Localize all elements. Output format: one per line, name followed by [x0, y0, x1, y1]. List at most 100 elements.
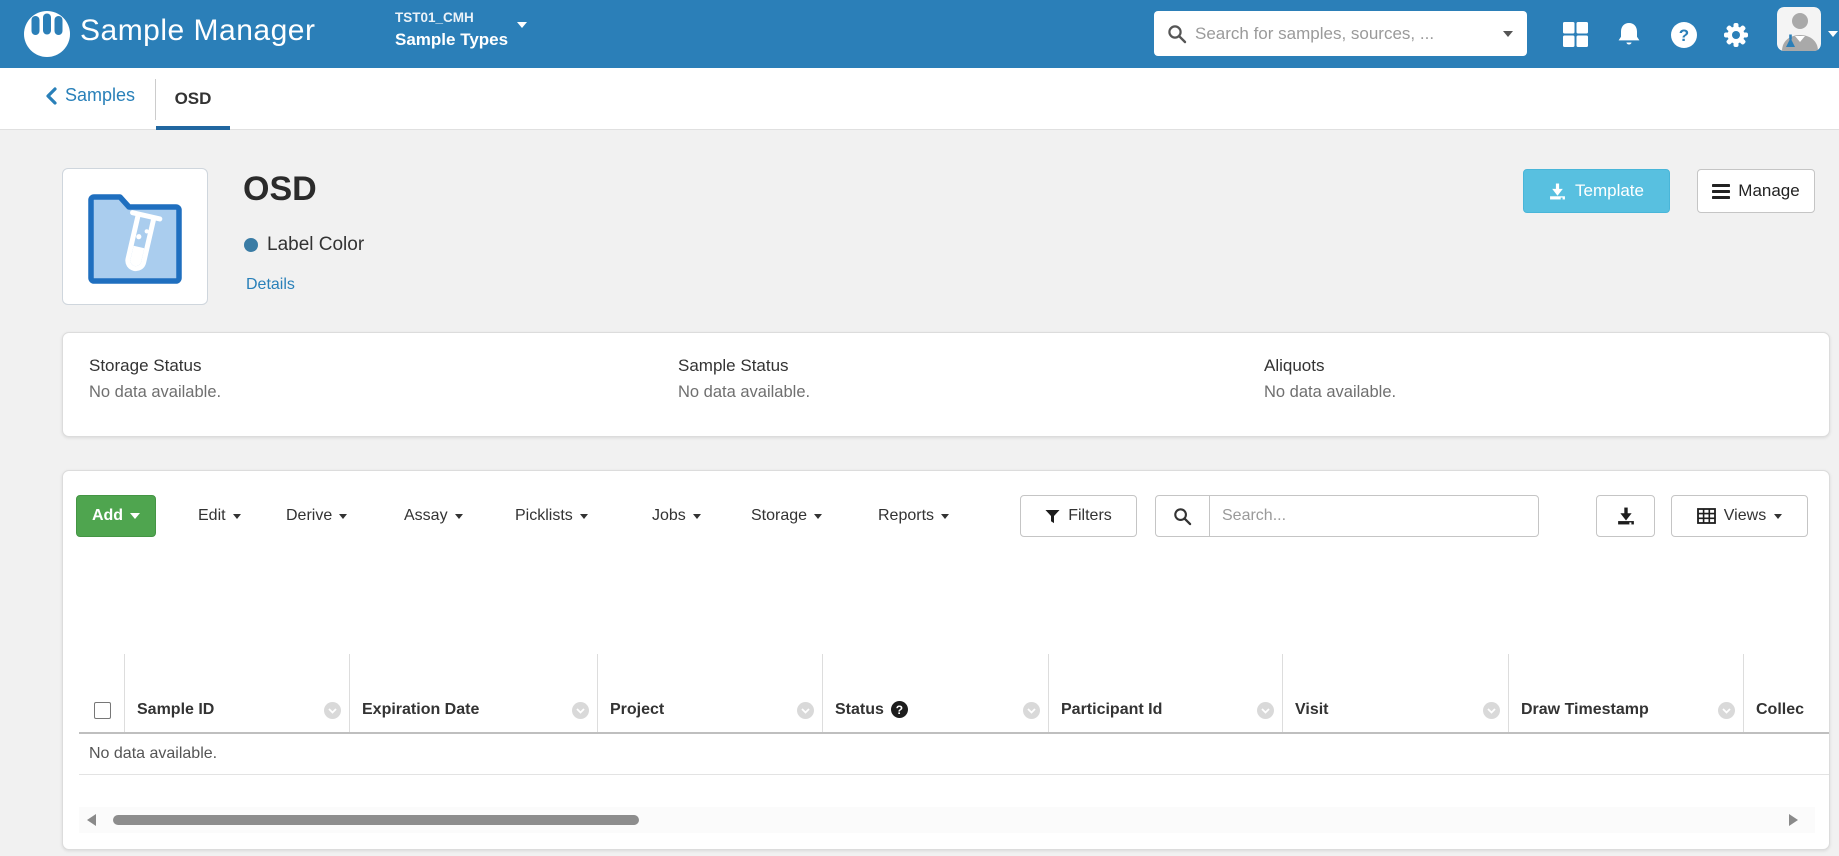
details-link[interactable]: Details	[246, 276, 295, 294]
context-menu[interactable]: TST01_CMH Sample Types	[395, 8, 528, 52]
filters-button-label: Filters	[1068, 507, 1112, 524]
download-icon	[1617, 507, 1634, 525]
export-button[interactable]	[1596, 495, 1655, 537]
grid-search-input[interactable]	[1210, 507, 1538, 525]
column-label: Participant Id	[1061, 701, 1163, 718]
scrollbar-thumb[interactable]	[113, 815, 639, 825]
sample-type-icon-card	[62, 168, 208, 305]
download-icon	[1550, 183, 1565, 199]
status-card-body: No data available.	[678, 383, 811, 401]
column-status: Status ?	[822, 654, 1048, 732]
manage-button[interactable]: Manage	[1697, 169, 1815, 213]
menu-label: Picklists	[515, 507, 573, 524]
column-menu-icon[interactable]	[324, 702, 341, 719]
sample-status-card: Sample Status No data available.	[678, 356, 810, 402]
storage-status-card: Storage Status No data available.	[89, 356, 221, 402]
grid-search-icon[interactable]	[1156, 496, 1210, 536]
column-label: Visit	[1295, 701, 1329, 718]
menu-picklists[interactable]: Picklists	[515, 495, 588, 537]
chevron-down-icon	[339, 513, 348, 519]
chevron-down-icon	[579, 513, 588, 519]
menu-label: Reports	[878, 507, 935, 524]
status-card-title: Storage Status	[89, 356, 202, 375]
chevron-down-icon	[692, 513, 701, 519]
search-icon	[1168, 24, 1187, 43]
menu-storage[interactable]: Storage	[751, 495, 823, 537]
search-scope-caret-icon[interactable]	[1503, 30, 1513, 37]
sample-type-folder-icon	[88, 193, 182, 284]
views-button[interactable]: Views	[1671, 495, 1808, 537]
column-label: Collec	[1756, 701, 1805, 718]
column-menu-icon[interactable]	[1718, 702, 1735, 719]
back-to-samples-link[interactable]: Samples	[45, 85, 135, 106]
menu-label: Edit	[198, 507, 226, 524]
horizontal-scrollbar[interactable]	[79, 807, 1815, 833]
chevron-down-icon	[1774, 513, 1783, 519]
column-label: Status	[835, 701, 884, 718]
scroll-left-arrow-icon[interactable]	[87, 814, 96, 826]
menu-label: Assay	[404, 507, 448, 524]
aliquots-card: Aliquots No data available.	[1264, 356, 1396, 402]
column-menu-icon[interactable]	[1483, 702, 1500, 719]
table-empty-row: No data available.	[79, 734, 1829, 775]
subnav-bar: Samples OSD	[0, 68, 1839, 130]
tab-active-underline	[156, 126, 230, 130]
app-logo-icon[interactable]	[24, 11, 70, 57]
views-button-label: Views	[1723, 507, 1767, 524]
filters-button[interactable]: Filters	[1020, 495, 1137, 537]
menu-jobs[interactable]: Jobs	[652, 495, 701, 537]
tab-label: OSD	[174, 89, 212, 108]
status-card-title: Aliquots	[1264, 356, 1325, 375]
grid-toolbar: Add Edit Derive Assay Picklists Jobs Sto…	[76, 495, 1813, 537]
menu-edit[interactable]: Edit	[198, 495, 241, 537]
select-all-checkbox[interactable]	[94, 702, 111, 719]
template-button[interactable]: Template	[1523, 169, 1670, 213]
column-menu-icon[interactable]	[1023, 702, 1040, 719]
scroll-right-arrow-icon[interactable]	[1789, 814, 1798, 826]
column-menu-icon[interactable]	[572, 702, 589, 719]
column-sample-id: Sample ID	[124, 654, 349, 732]
app-title: Sample Manager	[80, 14, 316, 47]
column-project: Project	[597, 654, 822, 732]
chevron-down-icon	[454, 513, 463, 519]
apps-grid-icon[interactable]	[1562, 21, 1590, 49]
gear-icon[interactable]	[1722, 21, 1750, 49]
chevron-down-icon	[941, 513, 950, 519]
column-label: Project	[610, 701, 665, 718]
menu-label: Storage	[751, 507, 808, 524]
help-icon[interactable]: ?	[1670, 21, 1698, 49]
tab-osd[interactable]: OSD	[156, 68, 230, 130]
user-avatar[interactable]	[1777, 7, 1821, 51]
global-search-input[interactable]	[1195, 23, 1503, 44]
menu-label: Jobs	[652, 507, 686, 524]
label-color-label: Label Color	[267, 234, 365, 255]
menu-reports[interactable]: Reports	[878, 495, 950, 537]
chevron-left-icon	[46, 86, 57, 105]
add-button[interactable]: Add	[76, 495, 156, 537]
chevron-down-icon	[232, 513, 241, 519]
menu-bars-icon	[1712, 183, 1731, 199]
status-card-body: No data available.	[1264, 383, 1397, 401]
column-draw-timestamp: Draw Timestamp	[1508, 654, 1743, 732]
grid-search	[1155, 495, 1539, 537]
table-header-row: Sample ID Expiration Date Project Status	[79, 654, 1829, 734]
column-visit: Visit	[1282, 654, 1508, 732]
menu-label: Derive	[286, 507, 333, 524]
user-menu-caret-icon[interactable]	[1828, 31, 1838, 37]
table-grid-icon	[1696, 508, 1716, 524]
samples-table: Sample ID Expiration Date Project Status	[79, 654, 1829, 775]
column-expiration-date: Expiration Date	[349, 654, 597, 732]
bell-icon[interactable]	[1615, 21, 1643, 49]
column-menu-icon[interactable]	[797, 702, 814, 719]
column-label: Draw Timestamp	[1521, 701, 1649, 718]
column-collection: Collec	[1743, 654, 1829, 732]
samples-grid-panel: Add Edit Derive Assay Picklists Jobs Sto…	[62, 470, 1830, 850]
filter-funnel-icon	[1045, 509, 1060, 523]
column-menu-icon[interactable]	[1257, 702, 1274, 719]
menu-derive[interactable]: Derive	[286, 495, 348, 537]
status-help-icon[interactable]: ?	[890, 701, 908, 718]
column-label: Expiration Date	[362, 701, 480, 718]
menu-assay[interactable]: Assay	[404, 495, 463, 537]
status-card-title: Sample Status	[678, 356, 789, 375]
chevron-down-icon	[517, 22, 528, 28]
